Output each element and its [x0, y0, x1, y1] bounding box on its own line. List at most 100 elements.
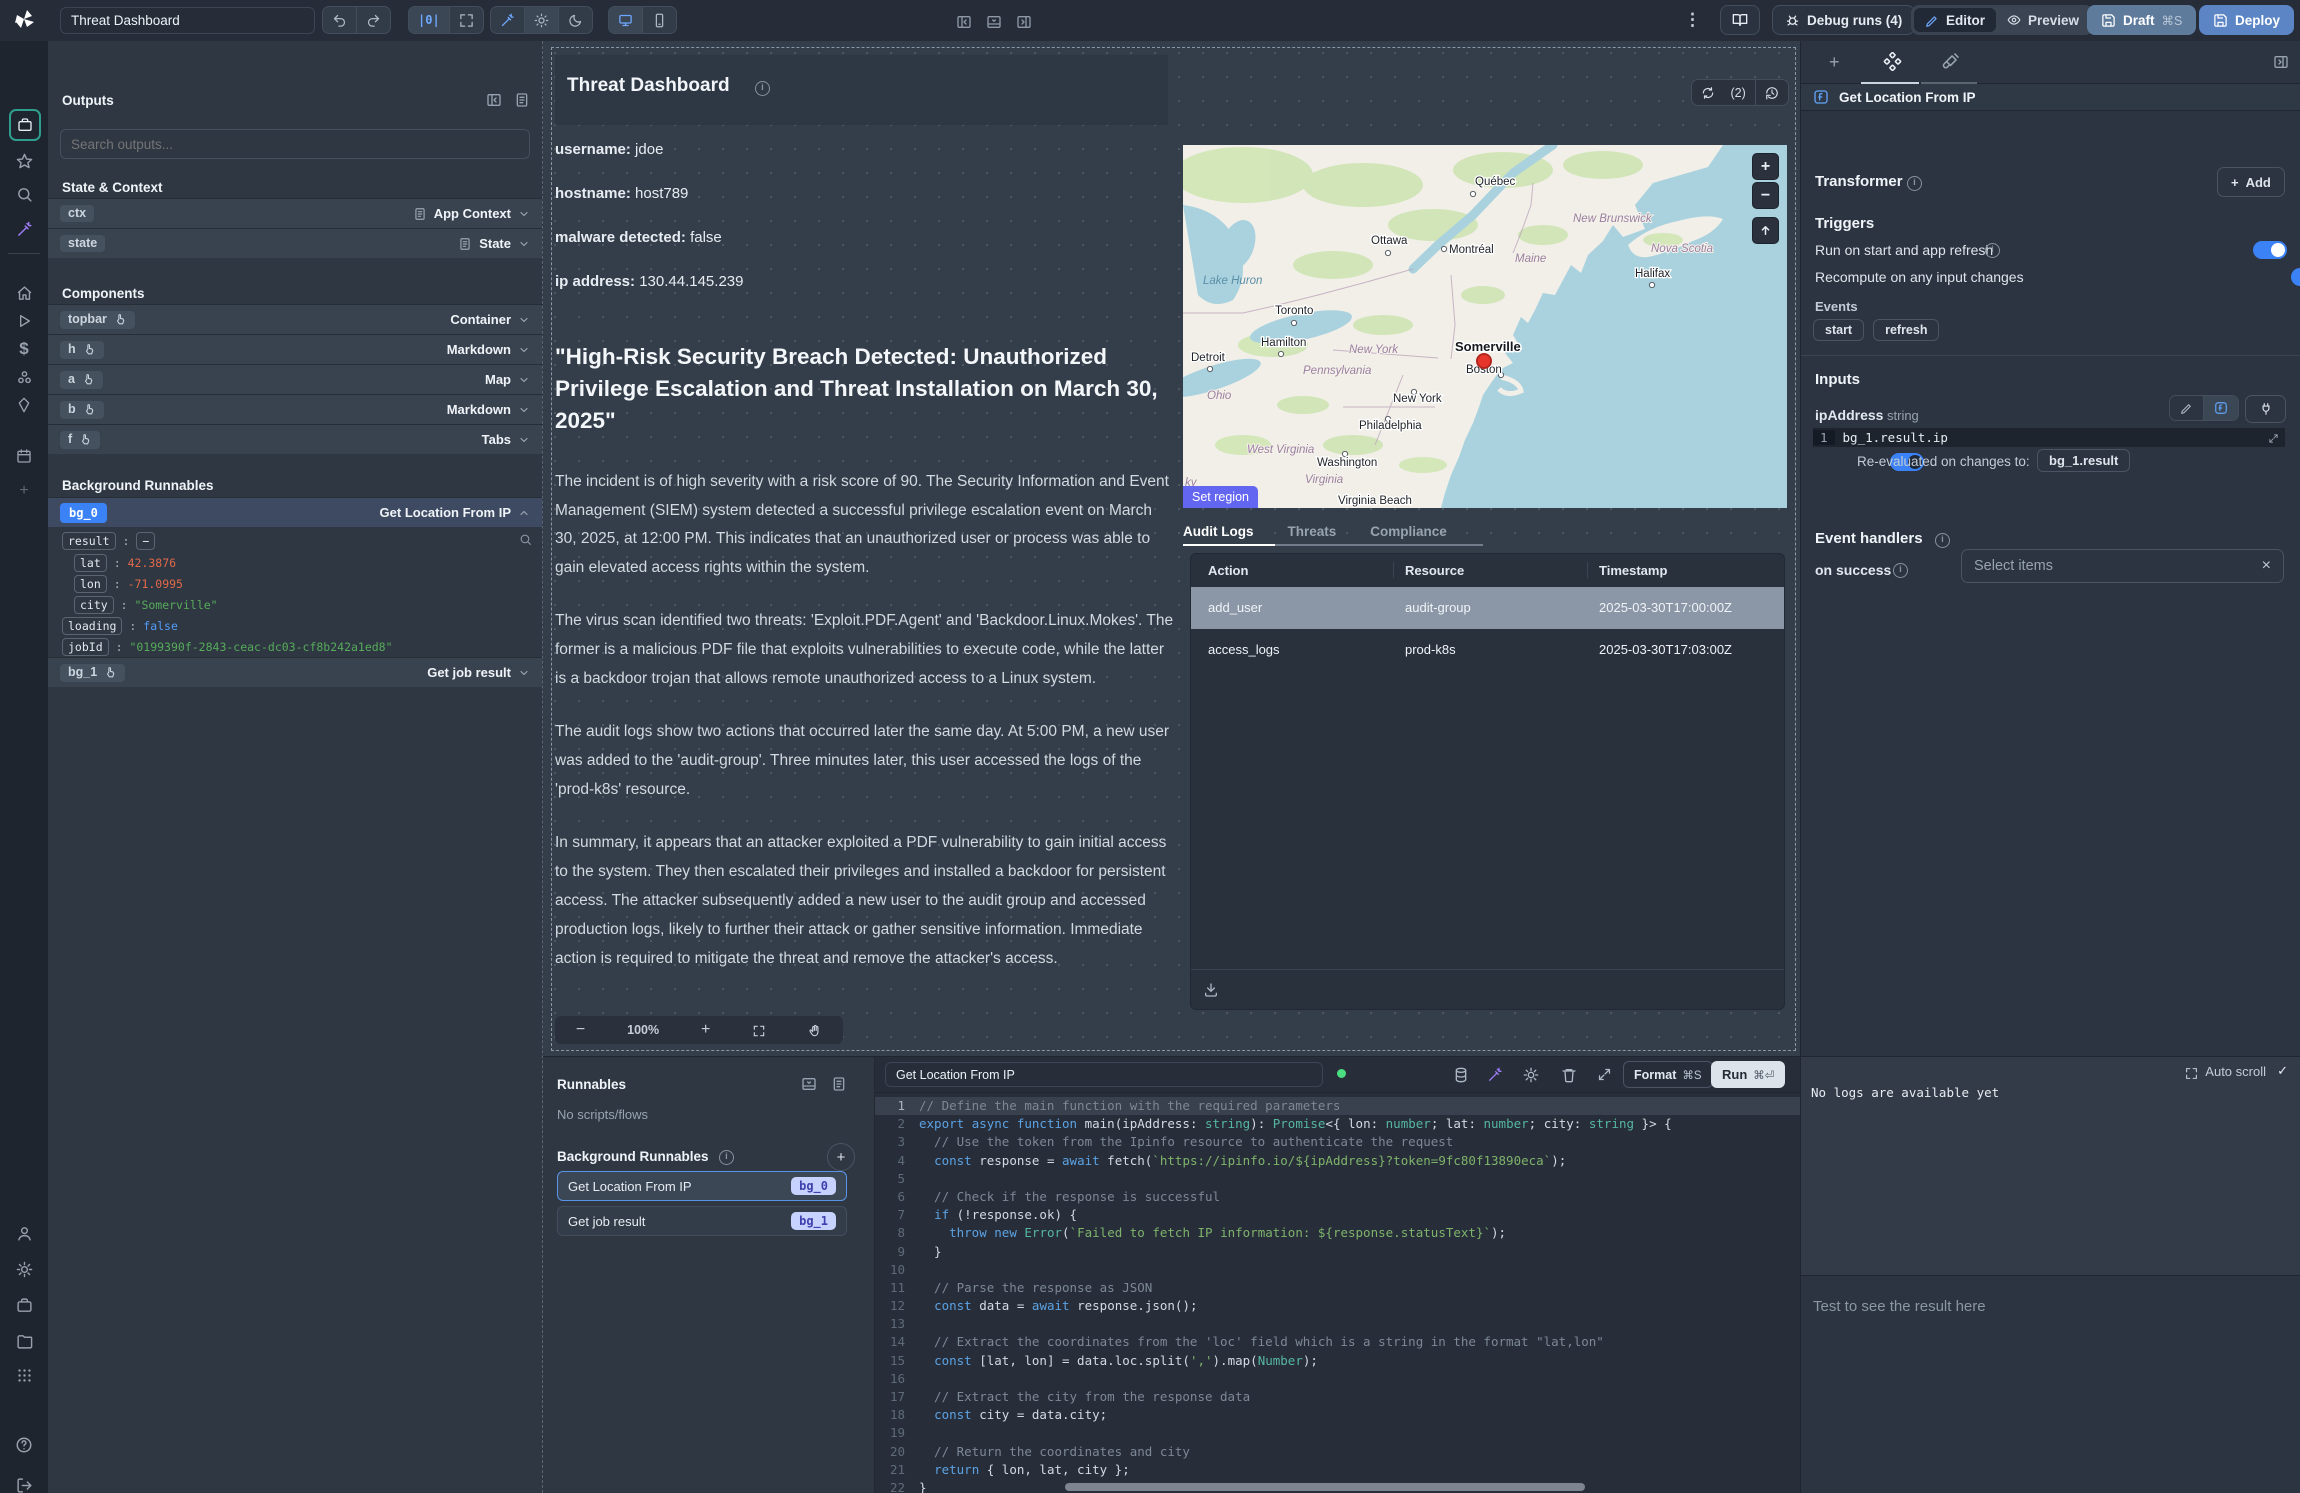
- db-schema-icon[interactable]: [1453, 1066, 1469, 1083]
- table-row[interactable]: add_user audit-group 2025-03-30T17:00:00…: [1191, 587, 1784, 629]
- column-resource[interactable]: Resource: [1405, 563, 1464, 578]
- history-button[interactable]: [1755, 80, 1788, 105]
- collapse-node-button[interactable]: −: [136, 532, 155, 550]
- folders-icon[interactable]: [12, 1329, 36, 1353]
- eval-mode-fn-icon[interactable]: [2203, 396, 2238, 420]
- format-button[interactable]: Format ⌘S: [1623, 1061, 1713, 1088]
- json-key[interactable]: city: [74, 596, 114, 614]
- reevaluate-dependency-badge[interactable]: bg_1.result: [2037, 449, 2130, 472]
- search-outputs-input[interactable]: [60, 129, 530, 159]
- toggle-right-panel-icon[interactable]: [1016, 13, 1032, 30]
- code-line[interactable]: 20 // Return the coordinates and city: [875, 1443, 1800, 1461]
- tab-item[interactable]: Audit Logs: [1183, 524, 1254, 539]
- json-key[interactable]: lat: [74, 554, 107, 572]
- map-zoom-in-button[interactable]: +: [1752, 153, 1779, 180]
- mobile-viewport-button[interactable]: [642, 7, 676, 33]
- code-line[interactable]: 21 return { lon, lat, city };: [875, 1461, 1800, 1479]
- app-title-input[interactable]: [60, 7, 315, 34]
- fit-view-button[interactable]: [752, 1022, 766, 1038]
- code-line[interactable]: 2export async function main(ipAddress: s…: [875, 1115, 1800, 1133]
- json-key[interactable]: jobId: [62, 638, 109, 656]
- code-line[interactable]: 12 const data = await response.json();: [875, 1297, 1800, 1315]
- ai-wand-button[interactable]: [491, 7, 524, 33]
- collapse-outputs-icon[interactable]: [486, 91, 502, 108]
- component-row[interactable]: f Tabs: [48, 424, 542, 454]
- add-icon[interactable]: +: [12, 479, 36, 503]
- code-line[interactable]: 6 // Check if the response is successful: [875, 1188, 1800, 1206]
- app-builder-icon[interactable]: [9, 109, 41, 141]
- zoom-in-button[interactable]: +: [701, 1021, 710, 1039]
- bg0-row[interactable]: bg_0 Get Location From IP: [48, 497, 542, 527]
- state-context-row[interactable]: state State: [48, 228, 542, 258]
- code-line[interactable]: 5: [875, 1170, 1800, 1188]
- code-editor[interactable]: 1// Define the main function with the re…: [875, 1093, 1800, 1493]
- code-line[interactable]: 14 // Extract the coordinates from the '…: [875, 1333, 1800, 1351]
- canvas-topbar-container[interactable]: Threat Dashboard i: [555, 55, 1168, 125]
- undo-button[interactable]: [323, 7, 356, 33]
- run-button[interactable]: Run ⌘⏎: [1711, 1061, 1785, 1088]
- toggle-left-panel-icon[interactable]: [956, 13, 972, 30]
- outputs-doc-icon[interactable]: [514, 91, 530, 108]
- collapse-right-panel-icon[interactable]: [2273, 53, 2289, 70]
- calendar-icon[interactable]: [12, 444, 36, 468]
- delete-script-icon[interactable]: [1561, 1066, 1577, 1083]
- recompute-toggle[interactable]: [2291, 268, 2300, 286]
- download-csv-icon[interactable]: [1203, 981, 1219, 998]
- help-icon[interactable]: [12, 1433, 36, 1457]
- code-line[interactable]: 15 const [lat, lon] = data.loc.split(','…: [875, 1352, 1800, 1370]
- runnables-doc-icon[interactable]: [831, 1075, 847, 1092]
- collapse-bottom-icon[interactable]: [801, 1075, 817, 1092]
- component-bounds-toggle[interactable]: |0|: [409, 7, 449, 33]
- table-row[interactable]: access_logs prod-k8s 2025-03-30T17:03:00…: [1191, 629, 1784, 671]
- code-line[interactable]: 10: [875, 1261, 1800, 1279]
- apps-grid-icon[interactable]: [12, 1363, 36, 1387]
- map-recenter-button[interactable]: [1752, 217, 1779, 244]
- refresh-app-button[interactable]: (2): [1692, 80, 1755, 105]
- home-icon[interactable]: [12, 281, 36, 305]
- add-transformer-button[interactable]: +Add: [2217, 167, 2285, 197]
- pan-hand-button[interactable]: [808, 1022, 822, 1038]
- user-icon[interactable]: [12, 1221, 36, 1245]
- toggle-bottom-panel-icon[interactable]: [986, 13, 1002, 30]
- code-line[interactable]: 11 // Parse the response as JSON: [875, 1279, 1800, 1297]
- component-row[interactable]: h Markdown: [48, 334, 542, 364]
- script-name-input[interactable]: [885, 1062, 1323, 1087]
- ai-assist-icon[interactable]: [1487, 1066, 1503, 1083]
- json-key[interactable]: lon: [74, 575, 107, 593]
- light-theme-button[interactable]: [524, 7, 558, 33]
- script-settings-icon[interactable]: [1523, 1066, 1539, 1083]
- connect-plug-icon[interactable]: [2245, 395, 2286, 423]
- desktop-viewport-button[interactable]: [609, 7, 642, 33]
- settings-gear-icon[interactable]: [12, 1257, 36, 1281]
- tab-preview[interactable]: Preview: [1996, 8, 2090, 32]
- resources-icon[interactable]: [12, 365, 36, 389]
- runs-icon[interactable]: [12, 309, 36, 333]
- set-region-button[interactable]: Set region: [1183, 486, 1258, 508]
- component-row[interactable]: b Markdown: [48, 394, 542, 424]
- component-row[interactable]: topbar Container: [48, 304, 542, 334]
- code-line[interactable]: 8 throw new Error(`Failed to fetch IP in…: [875, 1224, 1800, 1242]
- zoom-out-button[interactable]: −: [576, 1021, 585, 1039]
- insert-component-tab[interactable]: +: [1829, 52, 1840, 73]
- code-line[interactable]: 9 }: [875, 1243, 1800, 1261]
- code-line[interactable]: 13: [875, 1315, 1800, 1333]
- app-canvas[interactable]: Threat Dashboard i (2) username: jdoe ho…: [543, 41, 1800, 1056]
- deploy-button[interactable]: Deploy: [2199, 5, 2294, 35]
- redo-button[interactable]: [356, 7, 390, 33]
- ai-icon[interactable]: [12, 217, 36, 241]
- settings-nodes-tab[interactable]: [1883, 52, 1902, 71]
- code-line[interactable]: 7 if (!response.ok) {: [875, 1206, 1800, 1224]
- search-icon[interactable]: [12, 182, 36, 206]
- fullscreen-canvas-button[interactable]: [449, 7, 483, 33]
- autoscroll-checkbox[interactable]: ✓: [2277, 1063, 2288, 1079]
- json-key[interactable]: result: [62, 532, 116, 550]
- run-on-start-toggle[interactable]: [2253, 241, 2287, 259]
- workspace-icon[interactable]: [12, 1293, 36, 1317]
- expand-editor-icon[interactable]: [1597, 1066, 1612, 1082]
- dark-theme-button[interactable]: [558, 7, 592, 33]
- tab-item[interactable]: Threats: [1288, 524, 1337, 539]
- tab-editor[interactable]: Editor: [1914, 8, 1996, 32]
- kebab-menu-icon[interactable]: ⋮: [1684, 10, 1701, 30]
- horizontal-scrollbar[interactable]: [1065, 1483, 1585, 1491]
- tree-search-icon[interactable]: [519, 531, 532, 546]
